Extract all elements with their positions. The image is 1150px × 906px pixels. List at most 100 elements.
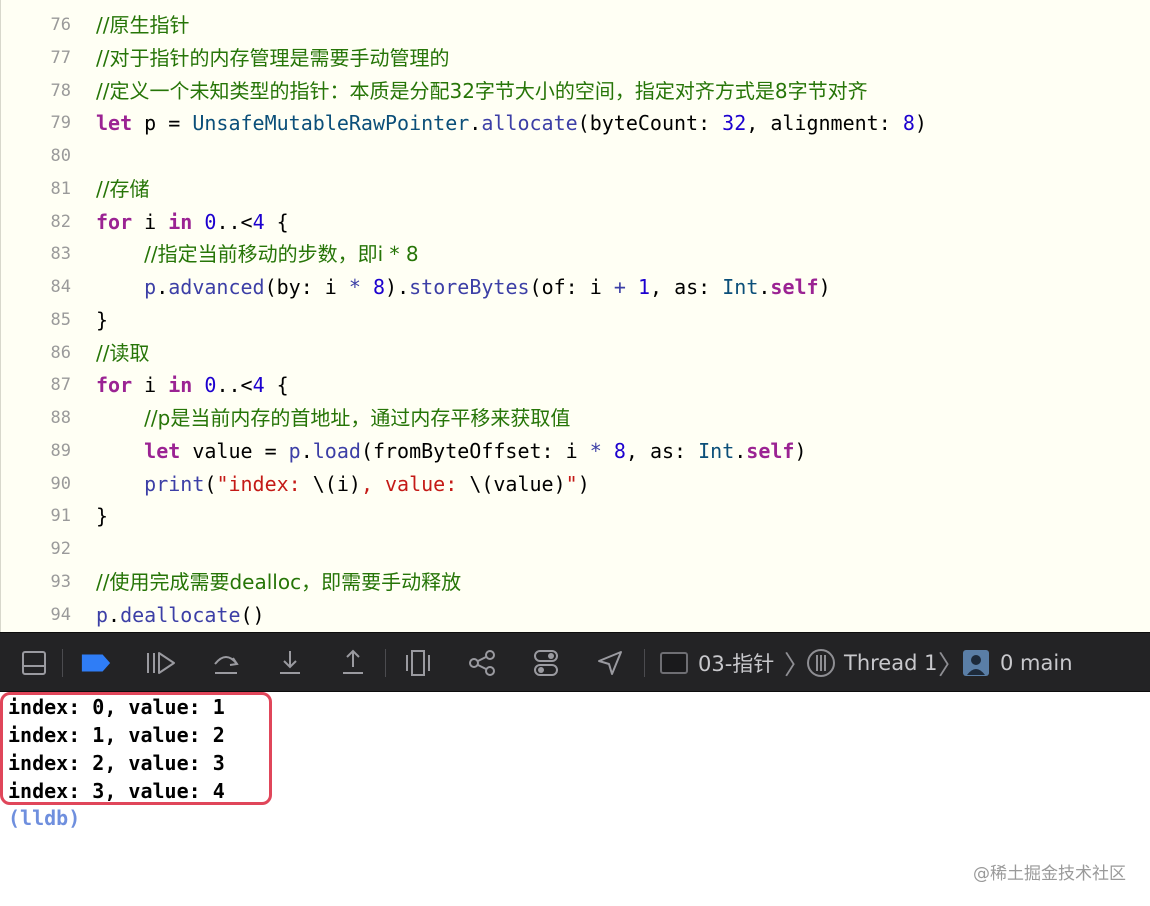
chevron-right-icon: 〉: [938, 650, 965, 681]
breadcrumb-frame[interactable]: 0 main: [962, 633, 1073, 693]
code-text: for i in 0..<4 {: [96, 206, 289, 238]
line-number: 78: [50, 80, 71, 101]
step-into-button[interactable]: [274, 647, 306, 679]
code-token: .: [758, 275, 771, 299]
code-text: let value = p.load(fromByteOffset: i * 8…: [96, 435, 807, 467]
view-hierarchy-icon: [406, 650, 430, 676]
code-line[interactable]: 77 //对于指针的内存管理是需要手动管理的: [1, 42, 1150, 74]
code-token: in: [168, 373, 193, 398]
hide-debug-area-button[interactable]: [18, 647, 50, 679]
line-number: 84: [50, 277, 71, 297]
code-token: load: [312, 438, 361, 463]
line-number: 83: [50, 244, 71, 265]
code-line[interactable]: 93 //使用完成需要dealloc，即需要手动释放: [1, 566, 1150, 598]
breadcrumb-target[interactable]: 03-指针: [660, 633, 774, 693]
code-line[interactable]: 88 //p是当前内存的首地址，通过内存平移来获取值: [1, 402, 1150, 434]
code-line[interactable]: 85}: [1, 304, 1150, 336]
code-token: 1: [637, 275, 650, 299]
code-line[interactable]: 80: [1, 140, 1150, 172]
code-line[interactable]: 84 p.advanced(by: i * 8).storeBytes(of: …: [1, 271, 1150, 303]
code-token: {: [264, 373, 289, 398]
debug-toolbar: 03-指针 〉 Thread 1 〉 0 main: [0, 632, 1150, 692]
code-text: p.advanced(by: i * 8).storeBytes(of: i +…: [96, 271, 830, 303]
code-line[interactable]: 78 //定义一个未知类型的指针：本质是分配32字节大小的空间，指定对齐方式是8字…: [1, 75, 1150, 107]
code-token: (by: i: [264, 275, 349, 299]
code-line[interactable]: 81 //存储: [1, 173, 1150, 205]
memory-graph-icon: [469, 650, 495, 676]
continue-button[interactable]: [145, 647, 177, 679]
panel-bottom-icon: [22, 651, 46, 675]
code-text: p.deallocate(): [96, 599, 265, 631]
line-number: 79: [50, 113, 71, 134]
code-editor[interactable]: 76 //原生指针 77 //对于指针的内存管理是需要手动管理的 78 //定义一个未知类…: [0, 0, 1150, 632]
step-out-button[interactable]: [337, 647, 369, 679]
simulate-location-button[interactable]: [594, 647, 626, 679]
step-over-icon: [214, 656, 239, 674]
code-token: .: [156, 275, 169, 299]
code-token: //对于指针的内存管理是需要手动管理的: [96, 45, 450, 70]
view-hierarchy-button[interactable]: [402, 647, 434, 679]
code-line[interactable]: 87 for i in 0..<4 {: [1, 369, 1150, 401]
code-token: 8: [902, 111, 915, 136]
location-arrow-icon: [598, 651, 622, 675]
code-token: \(value): [469, 471, 566, 496]
terminal-icon: [660, 652, 688, 674]
code-line[interactable]: 89 let value = p.load(fromByteOffset: i …: [1, 435, 1150, 467]
step-over-button[interactable]: [210, 647, 242, 679]
code-line[interactable]: 83 //指定当前移动的步数，即i * 8: [1, 238, 1150, 270]
code-line[interactable]: 94 p.deallocate(): [1, 599, 1150, 631]
line-number: 90: [50, 473, 71, 494]
code-token: .: [300, 438, 313, 463]
code-token: (byteCount:: [577, 111, 723, 136]
line-number: 94: [50, 604, 71, 625]
line-number: 91: [50, 506, 71, 527]
code-token: p: [288, 438, 301, 463]
thread-icon: [807, 649, 835, 677]
breakpoints-toggle-button[interactable]: [80, 647, 112, 679]
code-token: ..<: [216, 373, 253, 398]
code-text: }: [96, 500, 108, 532]
code-token: self: [746, 438, 795, 463]
code-token: UnsafeMutableRawPointer: [192, 111, 470, 136]
code-token: 8: [372, 275, 386, 299]
code-token: 8: [613, 438, 626, 463]
code-line[interactable]: 82 for i in 0..<4 {: [1, 206, 1150, 238]
step-out-icon: [343, 649, 363, 674]
code-line[interactable]: 86 //读取: [1, 337, 1150, 369]
code-token: p: [144, 275, 157, 299]
code-token: storeBytes: [409, 275, 530, 299]
debug-console[interactable]: index: 0, value: 1 index: 1, value: 2 in…: [0, 692, 1150, 906]
code-token: for: [96, 209, 133, 234]
code-text: //定义一个未知类型的指针：本质是分配32字节大小的空间，指定对齐方式是8字节对…: [96, 75, 868, 107]
code-line[interactable]: 91}: [1, 500, 1150, 532]
code-token: , as:: [649, 275, 723, 299]
code-token: 32: [722, 111, 747, 136]
code-token: (of: i: [529, 275, 614, 299]
memory-graph-button[interactable]: [466, 647, 498, 679]
code-token: ): [577, 471, 590, 496]
code-token: //定义一个未知类型的指针：本质是分配32字节大小的空间，指定对齐方式是8字节对…: [96, 78, 868, 103]
line-number: 88: [50, 408, 71, 428]
code-line[interactable]: 92: [1, 533, 1150, 565]
code-text: //指定当前移动的步数，即i * 8: [96, 238, 419, 270]
environment-overrides-button[interactable]: [530, 647, 562, 679]
code-line[interactable]: 76 //原生指针: [1, 9, 1150, 41]
code-token: deallocate: [120, 602, 241, 627]
code-line[interactable]: 79 let p = UnsafeMutableRawPointer.alloca…: [1, 107, 1150, 139]
code-token: self: [770, 275, 819, 299]
line-number: 93: [50, 571, 71, 592]
lldb-prompt[interactable]: (lldb): [8, 804, 80, 832]
breadcrumb-thread[interactable]: Thread 1: [806, 633, 937, 693]
code-token: p =: [132, 111, 193, 136]
code-token: let: [144, 438, 181, 463]
code-token: ): [794, 438, 807, 463]
code-line[interactable]: 90 print("index: \(i), value: \(value)"): [1, 468, 1150, 500]
code-token: advanced: [168, 275, 265, 299]
code-token: //指定当前移动的步数，即i * 8: [144, 242, 419, 267]
